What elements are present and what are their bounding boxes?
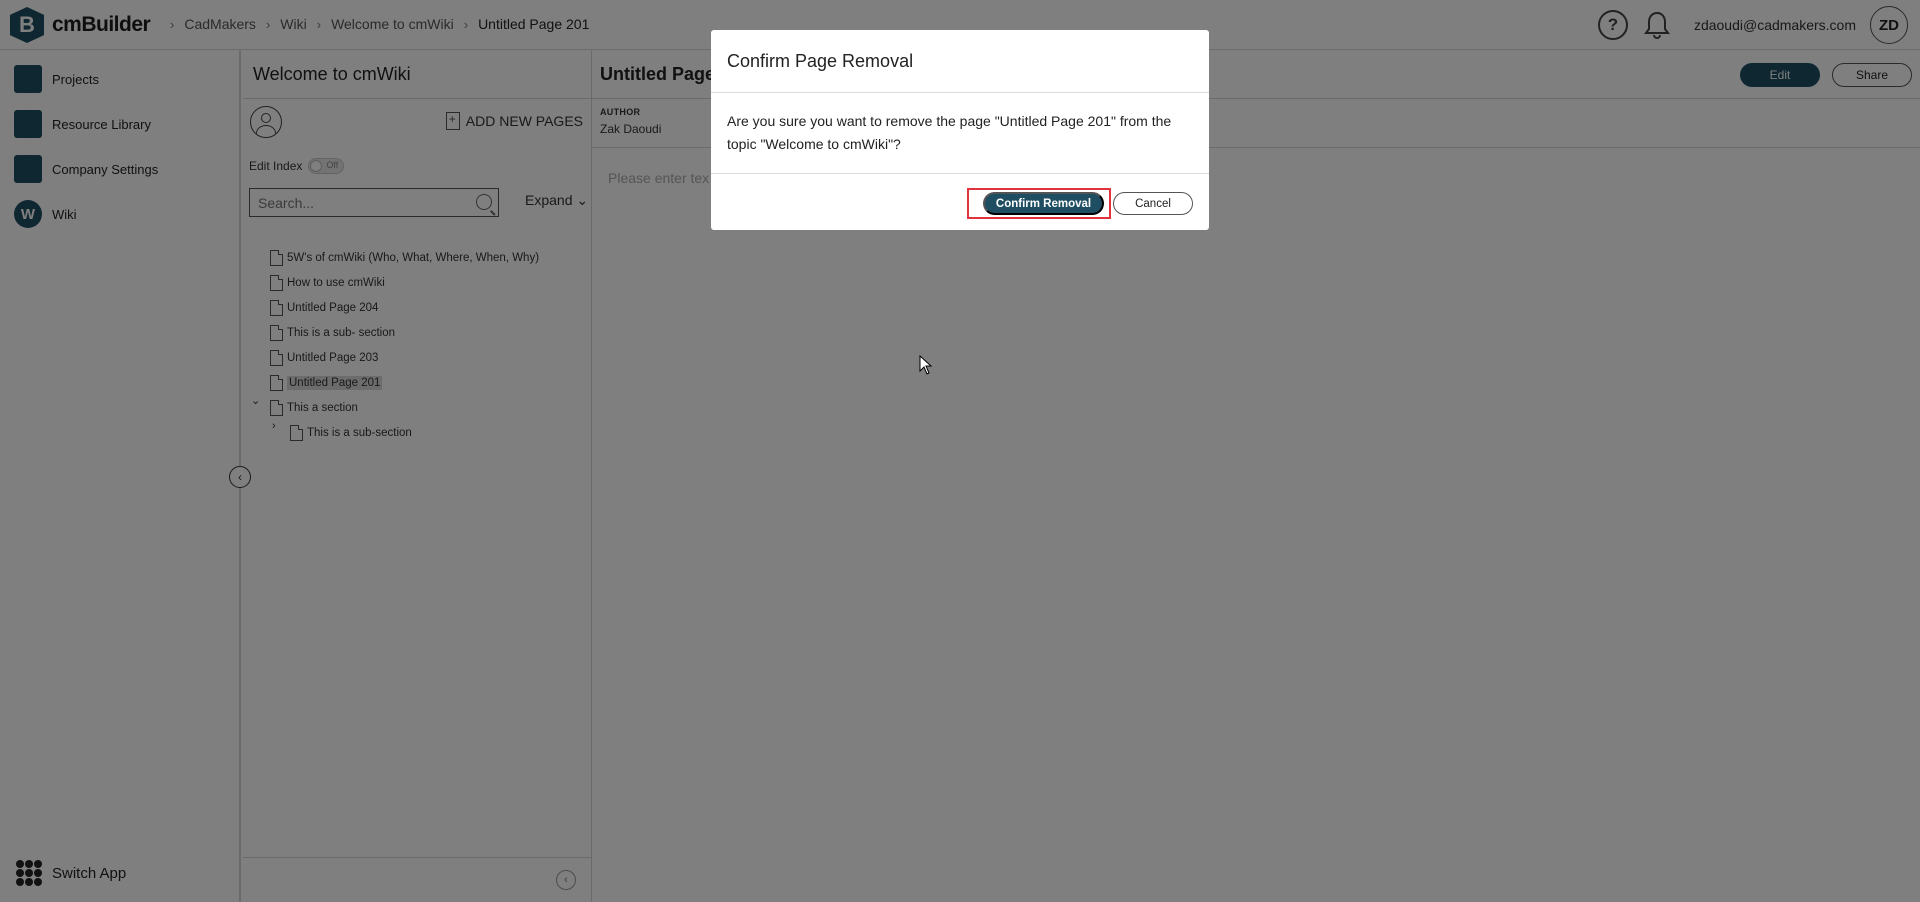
confirm-removal-button[interactable]: Confirm Removal — [983, 192, 1104, 215]
dialog-message: Are you sure you want to remove the page… — [727, 113, 1172, 152]
divider — [711, 173, 1209, 174]
divider — [711, 92, 1209, 93]
mouse-cursor-icon — [919, 355, 933, 375]
dialog-title: Confirm Page Removal — [727, 51, 914, 71]
cancel-button[interactable]: Cancel — [1113, 192, 1193, 215]
confirm-removal-dialog: Confirm Page Removal Are you sure you wa… — [711, 30, 1209, 230]
